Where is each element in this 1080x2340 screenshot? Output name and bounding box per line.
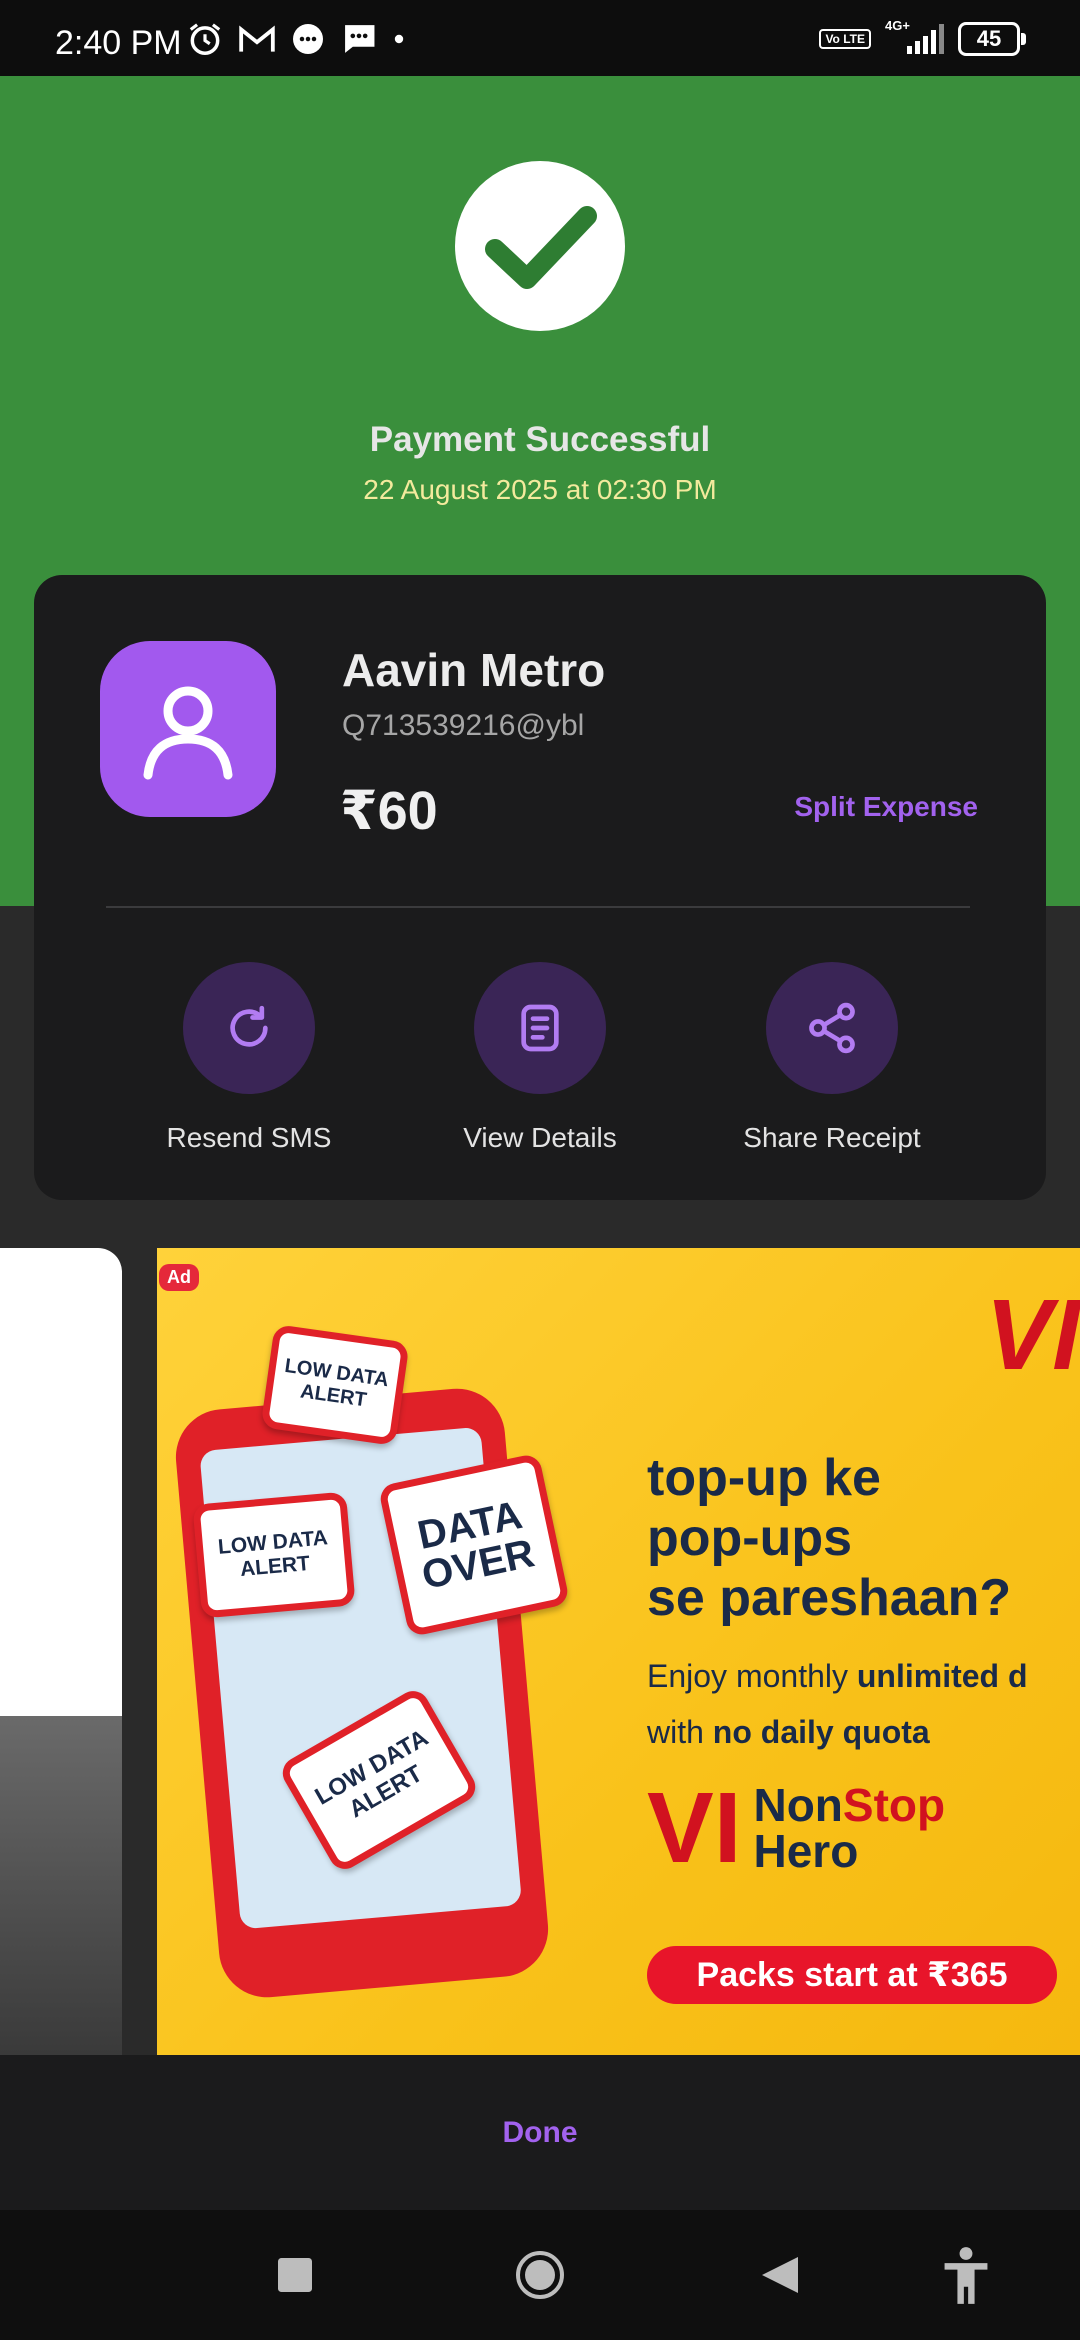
payee-upi-id: Q713539216@ybl <box>342 709 585 742</box>
ad-banner[interactable]: Ad VI LOW DATA ALERT DATA OVER LOW DATA … <box>157 1248 1080 2055</box>
alert-card: DATA OVER <box>377 1452 571 1638</box>
payment-date: 22 August 2025 at 02:30 PM <box>363 474 717 505</box>
done-button[interactable]: Done <box>0 2116 1080 2150</box>
ad-cta-button[interactable]: Packs start at ₹365 <box>647 1946 1057 2004</box>
payee-card: Aavin Metro Q713539216@ybl ₹60 Split Exp… <box>34 575 1046 1200</box>
volte-icon: Vo LTE <box>819 29 871 49</box>
home-icon[interactable] <box>515 2250 565 2300</box>
back-icon[interactable] <box>762 2256 798 2294</box>
view-details-label: View Details <box>463 1122 617 1153</box>
status-bar: 2:40 PM Vo LTE 4G+ 45 <box>0 0 1080 76</box>
ad-badge: Ad <box>159 1264 199 1291</box>
view-details-button[interactable]: View Details <box>410 962 670 1154</box>
more-notifications-icon <box>394 34 404 44</box>
payment-status-title: Payment Successful <box>369 420 711 459</box>
resend-sms-label: Resend SMS <box>166 1122 332 1153</box>
ad-headline-line: top-up ke <box>647 1449 881 1507</box>
battery-level: 45 <box>976 26 1002 51</box>
payee-name: Aavin Metro <box>342 644 606 696</box>
share-receipt-label: Share Receipt <box>743 1122 921 1153</box>
notification-icons <box>186 20 406 58</box>
system-nav-bar <box>0 2210 1080 2340</box>
document-icon <box>474 962 606 1094</box>
vi-logo: VI <box>985 1279 1080 1391</box>
split-expense-button[interactable]: Split Expense <box>794 791 978 823</box>
signal-icon: 4G+ <box>885 18 944 54</box>
system-indicators: Vo LTE 4G+ 45 <box>819 18 1026 56</box>
carousel-previous-card[interactable] <box>0 1248 122 2055</box>
success-check-icon <box>455 161 625 331</box>
message-icon <box>343 25 375 53</box>
ad-brand-logo: VI NonStop Hero <box>647 1772 946 1884</box>
ad-headline-line: pop-ups <box>647 1509 853 1567</box>
recent-apps-icon[interactable] <box>278 2258 312 2292</box>
status-time: 2:40 PM <box>55 24 182 62</box>
chat-bubble-icon <box>293 24 323 54</box>
alert-card: LOW DATA ALERT <box>260 1324 410 1446</box>
resend-sms-button[interactable]: Resend SMS <box>119 962 379 1154</box>
gmail-icon <box>239 25 275 52</box>
ad-headline: top-up ke pop-ups se pareshaan? <box>647 1448 1011 1628</box>
alert-card: LOW DATA ALERT <box>192 1491 356 1619</box>
share-receipt-button[interactable]: Share Receipt <box>702 962 962 1154</box>
payment-amount: ₹60 <box>340 781 438 841</box>
ad-headline-line: se pareshaan? <box>647 1569 1012 1627</box>
avatar <box>100 641 276 817</box>
network-type: 4G+ <box>885 18 910 33</box>
share-icon <box>766 962 898 1094</box>
divider <box>106 906 970 908</box>
battery-icon: 45 <box>958 22 1026 56</box>
accessibility-icon[interactable] <box>940 2246 992 2306</box>
alarm-icon <box>189 23 221 55</box>
ad-subtext: Enjoy monthly unlimited d with no daily … <box>647 1658 1028 1750</box>
refresh-icon <box>183 962 315 1094</box>
